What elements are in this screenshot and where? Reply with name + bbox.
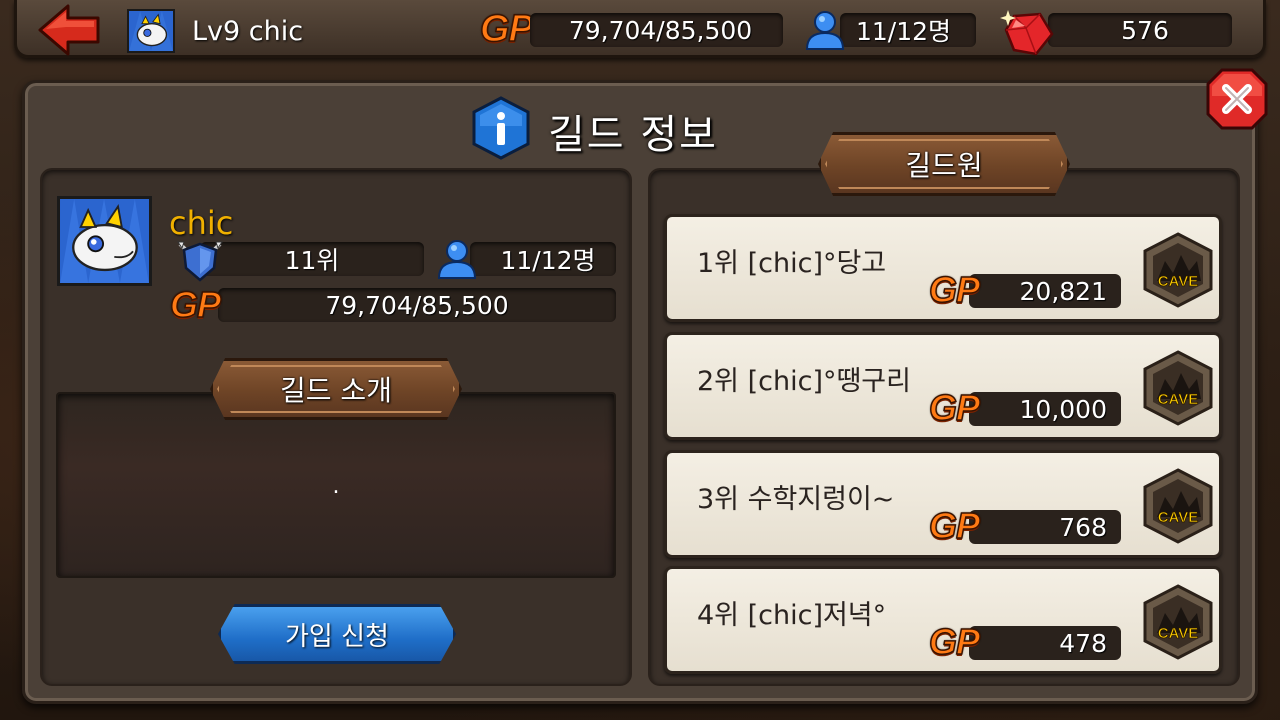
close-icon[interactable] (1204, 66, 1270, 132)
guild-rank-value: 11위 (200, 242, 424, 276)
guild-members-header: 길드원 (818, 132, 1070, 196)
member-gp-value: 768 (969, 510, 1121, 544)
guild-emblem-icon (57, 196, 152, 286)
top-gems-value: 576 (1048, 13, 1232, 47)
member-card[interactable]: 2위 [chic]°땡구리 10,000 GP CAVE (664, 332, 1222, 440)
member-gp-value: 478 (969, 626, 1121, 660)
guild-rank-shield-icon (177, 241, 223, 282)
member-name: 4위 [chic]저녁° (697, 600, 887, 631)
top-members-text: 11/12명 (856, 17, 952, 46)
gp-icon: GP (479, 7, 534, 51)
cave-badge-label: CAVE (1158, 509, 1199, 526)
member-gp-value: 20,821 (969, 274, 1121, 308)
back-arrow-icon[interactable] (36, 2, 104, 58)
guild-gp-value: 79,704/85,500 (218, 288, 616, 322)
ruby-gem-icon (1000, 10, 1054, 56)
guild-members-value: 11/12명 (470, 242, 616, 276)
guild-intro-label: 길드 소개 (280, 374, 392, 407)
cave-badge-label: CAVE (1158, 273, 1199, 290)
cave-badge-label: CAVE (1158, 391, 1199, 408)
guild-intro-header: 길드 소개 (210, 358, 462, 420)
cave-badge-icon[interactable]: CAVE (1139, 231, 1217, 309)
member-card[interactable]: 4위 [chic]저녁° 478 GP CAVE (664, 566, 1222, 674)
dragon-avatar-icon (127, 9, 175, 53)
cave-badge-icon[interactable]: CAVE (1139, 467, 1217, 545)
cave-badge-label: CAVE (1158, 625, 1199, 642)
cave-badge-icon[interactable]: CAVE (1139, 583, 1217, 661)
member-name: 3위 수학지렁이~ (697, 484, 895, 515)
member-gp-value: 10,000 (969, 392, 1121, 426)
gp-icon: GP (928, 386, 981, 429)
guild-members-label: 길드원 (905, 149, 983, 182)
player-name: Lv9 chic (192, 16, 304, 47)
top-members-value: 11/12명 (840, 13, 976, 47)
top-gp-value: 79,704/85,500 (530, 13, 783, 47)
page-title: 길드 정보 (548, 112, 718, 158)
gp-icon: GP (928, 504, 981, 547)
join-request-button[interactable]: 가입 신청 (218, 604, 456, 664)
member-icon (805, 11, 845, 50)
info-icon (472, 96, 530, 160)
member-icon (437, 240, 477, 279)
gp-icon: GP (928, 268, 981, 311)
member-name: 1위 [chic]°당고 (697, 248, 887, 279)
member-card[interactable]: 3위 수학지렁이~ 768 GP CAVE (664, 450, 1222, 558)
guild-name: chic (169, 204, 234, 242)
member-name: 2위 [chic]°땡구리 (697, 366, 911, 397)
cave-badge-icon[interactable]: CAVE (1139, 349, 1217, 427)
member-card[interactable]: 1위 [chic]°당고 20,821 GP CAVE (664, 214, 1222, 322)
gp-icon: GP (928, 620, 981, 663)
guild-intro-text: . (332, 474, 340, 499)
gp-icon: GP (169, 283, 222, 326)
